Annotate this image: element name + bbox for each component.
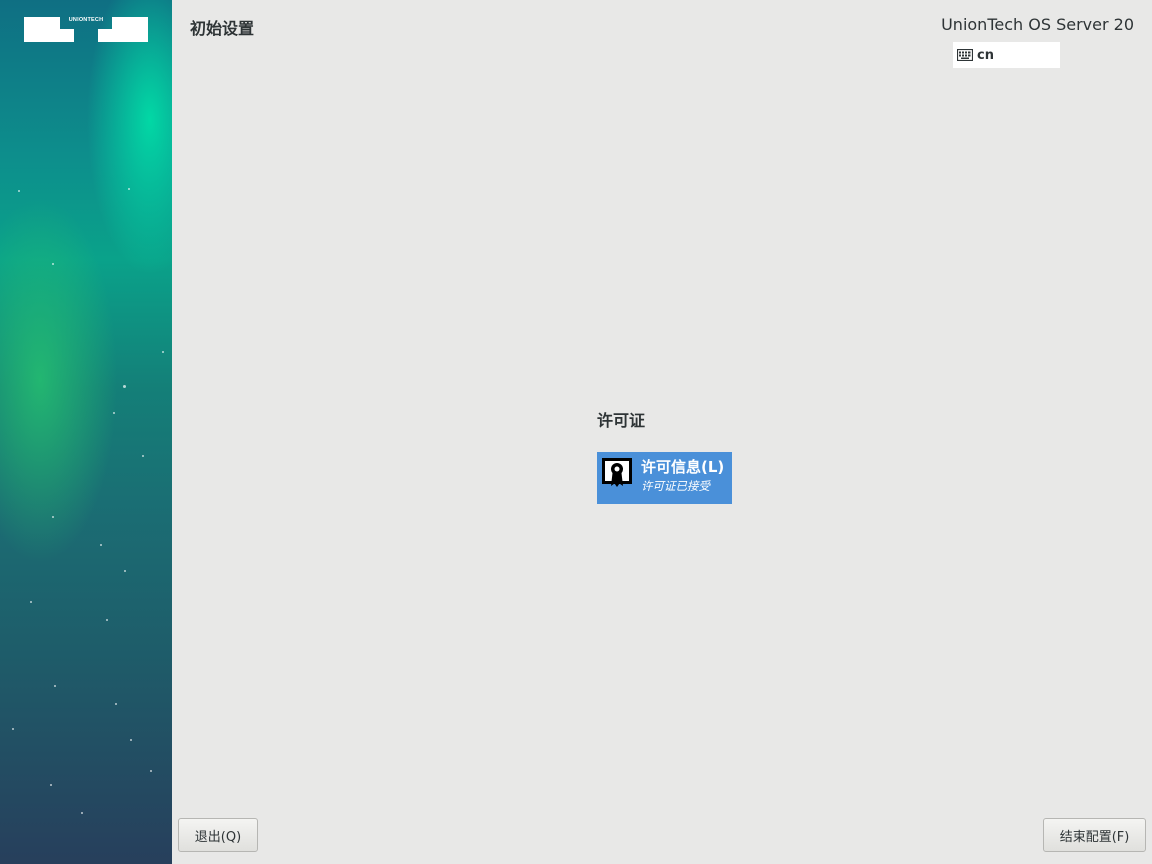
quit-button[interactable]: 退出(Q) xyxy=(178,818,258,852)
finish-configuration-button[interactable]: 结束配置(F) xyxy=(1043,818,1146,852)
license-info-spoke[interactable]: 许可信息(L) 许可证已接受 xyxy=(597,452,732,504)
keyboard-layout-label: cn xyxy=(977,47,994,63)
spoke-title: 许可信息(L) xyxy=(641,458,725,476)
keyboard-icon xyxy=(957,49,973,61)
license-certificate-icon xyxy=(602,458,632,487)
page-title: 初始设置 xyxy=(190,19,255,38)
keyboard-layout-indicator[interactable]: cn xyxy=(953,42,1060,68)
product-name: UnionTech OS Server 20 xyxy=(941,15,1134,34)
spoke-status: 许可证已接受 xyxy=(641,479,710,493)
sidebar: UNIONTECH xyxy=(0,0,172,864)
section-title-license: 许可证 xyxy=(597,411,646,430)
initial-setup-window: UNIONTECH 初始设置 UnionTech OS Server 20 cn… xyxy=(0,0,1152,864)
uniontech-logo: UNIONTECH xyxy=(24,17,148,42)
logo-text: UNIONTECH xyxy=(68,17,104,23)
